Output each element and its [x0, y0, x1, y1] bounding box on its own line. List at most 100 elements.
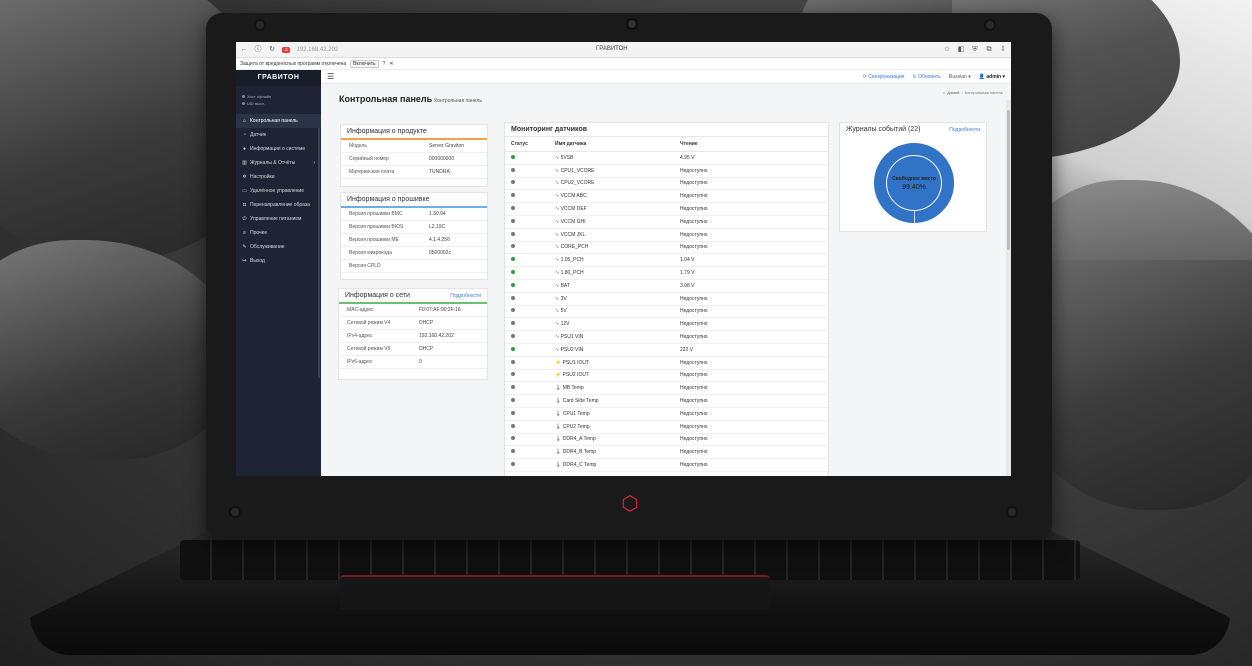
refresh-button[interactable]: ↻ Обновить: [913, 74, 941, 80]
sensor-row[interactable]: 🌡 DDR4_C Temp Недоступно: [505, 459, 828, 472]
current-icon: ⚡: [555, 359, 563, 366]
event-details-link[interactable]: Подробности: [949, 127, 980, 133]
sidebar-item-remote[interactable]: ▭ Удалённое управление: [236, 184, 321, 198]
sensor-row[interactable]: ∿ CPU1_VCORE Недоступно: [505, 165, 828, 178]
sidebar-item-settings[interactable]: ✲ Настройки: [236, 170, 321, 184]
page-scrollbar[interactable]: [1006, 100, 1011, 476]
home-icon: ⌂: [242, 118, 247, 124]
laptop-keyboard: [180, 540, 1080, 580]
sidebar-item-maintenance[interactable]: ✎ Обслуживание: [236, 240, 321, 254]
menu-toggle-icon[interactable]: ☰: [327, 72, 334, 81]
sidebar-item-misc[interactable]: ≡ Прочее: [236, 226, 321, 240]
sensor-row[interactable]: ∿ PSU2 VIN 222 V: [505, 344, 828, 357]
kv-row: Версия CPLD: [341, 260, 487, 273]
status-dot: [511, 385, 515, 390]
sensor-row[interactable]: ∿ 1.05_PCH 1.04 V: [505, 254, 828, 268]
wrench-icon: ✎: [242, 244, 247, 250]
sync-button[interactable]: ⟳ Синхронизация: [863, 74, 905, 80]
sidebar-item-dashboard[interactable]: ⌂ Контрольная панель: [236, 114, 321, 128]
sensor-row[interactable]: 🌡 CPU1 Temp Недоступно: [505, 408, 828, 421]
main-content: ☰ ⟳ Синхронизация ↻ Обновить Russian ▾ 👤…: [321, 70, 1011, 476]
status-dot: [511, 206, 515, 211]
sidebar-item-system-info[interactable]: ● Информация о системе: [236, 142, 321, 156]
protection-text: Защита от вредоносных программ отключена: [240, 60, 347, 67]
insecure-icon[interactable]: ⚠: [282, 46, 291, 53]
brand-title[interactable]: ГРАВИТОН: [236, 70, 321, 86]
sensor-reading: Недоступно: [680, 359, 708, 366]
shield-icon[interactable]: ⛨: [971, 46, 979, 54]
host-status: Хост офлайн: [247, 94, 272, 99]
sensor-row[interactable]: ∿ PSU1 VIN Недоступно: [505, 331, 828, 344]
sensor-row[interactable]: ∿ VCCM DEF Недоступно: [505, 203, 828, 216]
thermometer-icon: 🌡: [555, 385, 563, 392]
sensor-row[interactable]: ∿ 5VSB 4.95 V: [505, 152, 828, 165]
download-icon[interactable]: ⇩: [999, 46, 1007, 54]
sidebar-item-logs[interactable]: ▥ Журналы & Отчёты ›: [236, 156, 321, 170]
thermometer-icon: 🌡: [555, 436, 563, 443]
sensor-row[interactable]: 🌡 Card Side Temp Недоступно: [505, 395, 828, 408]
bookmark-icon[interactable]: ☆: [943, 46, 951, 54]
sensor-row[interactable]: ∿ 1.80_PCH 1.79 V: [505, 267, 828, 280]
event-log-card: Журналы событий (22) Подробности Свободн…: [839, 122, 987, 232]
monitor-icon: ▭: [242, 188, 247, 194]
sidebar-item-image-redirect[interactable]: ◘ Перенаправление образа: [236, 198, 321, 212]
sensor-name: 1.05_PCH: [560, 257, 584, 264]
extensions-icon[interactable]: ◧: [957, 46, 965, 54]
sensor-row[interactable]: 🌡 DDR4_A Temp Недоступно: [505, 434, 828, 447]
user-menu[interactable]: 👤 admin ▾: [979, 74, 1005, 80]
home-icon: ⌂: [942, 89, 946, 95]
language-select[interactable]: Russian ▾: [949, 74, 971, 80]
firmware-info-header: Информация о прошивке: [341, 193, 487, 208]
sensor-name: 5V: [560, 308, 567, 315]
sensor-row[interactable]: ∿ CORE_PCH Недоступно: [505, 242, 828, 255]
sidebar-item-power[interactable]: ⏻ Управление питанием: [236, 212, 321, 226]
sensor-row[interactable]: 🌡 DDR4_B Temp Недоступно: [505, 446, 828, 460]
kv-row: Версия микрокода 0500002c: [341, 247, 487, 260]
donut-center: [887, 156, 941, 210]
sensor-row[interactable]: ∿ VCCM ABC Недоступно: [505, 190, 828, 204]
tabs-icon[interactable]: ⧉: [985, 46, 993, 54]
kv-row: Материнская плата TUNDRA: [341, 166, 487, 179]
address-bar[interactable]: 192.168.42.202: [296, 47, 338, 53]
close-icon[interactable]: ✕: [389, 61, 393, 67]
sensor-row[interactable]: ∿ VCCM JKL Недоступно: [505, 229, 828, 242]
sensor-reading: Недоступно: [680, 231, 708, 238]
breadcrumb-home[interactable]: Домой: [947, 90, 959, 95]
sidebar-scrollbar[interactable]: [318, 128, 320, 378]
kv-row: Версия прошивки BMC 1.30.04: [341, 208, 487, 221]
sensor-row[interactable]: ∿ 5V Недоступно: [505, 306, 828, 319]
sensor-row[interactable]: ∿ 3V Недоступно: [505, 293, 828, 306]
status-dot: [511, 218, 515, 223]
kv-row: Модель Server Graviton: [341, 140, 487, 153]
help-icon[interactable]: ?: [383, 61, 386, 67]
sensor-row[interactable]: 🌡 CPU2 Temp Недоступно: [505, 421, 828, 434]
sensor-row[interactable]: ⚡ PSU1 IOUT Недоступно: [505, 357, 828, 370]
status-dot: [511, 270, 515, 275]
info-icon[interactable]: ⓘ: [254, 46, 262, 54]
network-details-link[interactable]: Подробности: [450, 293, 481, 299]
thermometer-icon: 🌡: [555, 462, 563, 469]
product-info-card: Информация о продукте Модель Server Gravi…: [340, 124, 488, 187]
gear-icon: ✲: [242, 174, 247, 180]
status-dot: [511, 462, 515, 467]
sidebar-item-sensor[interactable]: ◔ Датчик: [236, 128, 321, 142]
back-icon[interactable]: ←: [240, 46, 248, 54]
sensor-row[interactable]: ∿ BAT 3.08 V: [505, 280, 828, 293]
status-dot: [511, 372, 515, 377]
sensor-reading: 222 V: [680, 346, 694, 353]
sensor-row[interactable]: 🌡 MB Temp Недоступно: [505, 382, 828, 396]
enable-protection-button[interactable]: Включить: [350, 59, 379, 68]
sensor-row[interactable]: ⚡ PSU2 IOUT Недоступно: [505, 370, 828, 383]
sensor-row[interactable]: ∿ CPU2_VCORE Недоступно: [505, 178, 828, 191]
sensor-name: PSU2 IOUT: [562, 372, 590, 379]
sidebar-item-logout[interactable]: ↦ Выход: [236, 254, 321, 268]
sensor-name: CPU1 Temp: [562, 410, 590, 417]
reload-icon[interactable]: ↻: [268, 46, 276, 54]
sensor-row[interactable]: ∿ 12V Недоступно: [505, 318, 828, 332]
gauge-icon: ◔: [242, 132, 247, 138]
sensor-row[interactable]: ∿ VCCM GHI Недоступно: [505, 216, 828, 229]
thermometer-icon: 🌡: [555, 449, 563, 456]
page-scrollbar-thumb[interactable]: [1007, 110, 1010, 250]
status-dot: [511, 321, 515, 326]
product-info-header: Информация о продукте: [341, 125, 487, 140]
